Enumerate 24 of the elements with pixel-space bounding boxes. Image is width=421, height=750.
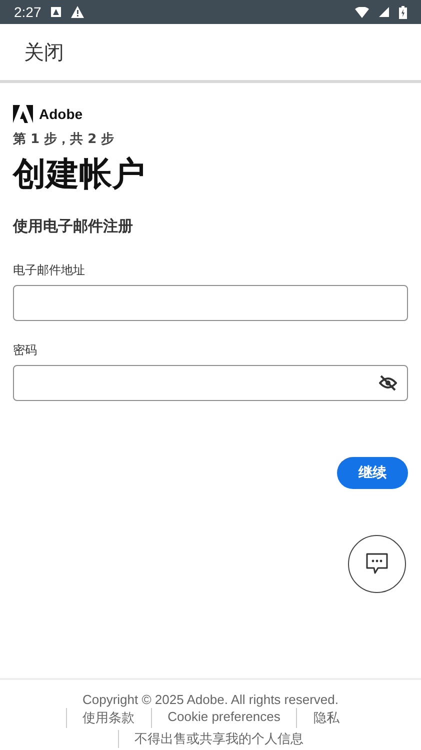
section-subtitle: 使用电子邮件注册 (13, 217, 134, 236)
footer-link[interactable]: 使用条款 (66, 708, 151, 728)
logo-icon (13, 105, 33, 123)
field-label: 密码 (13, 342, 38, 359)
footer-link[interactable]: 隐私 (296, 708, 356, 728)
footer-link[interactable]: Cookie preferences (150, 708, 296, 728)
battery-icon (399, 6, 407, 18)
eye-slash-icon[interactable] (379, 375, 397, 391)
close-button[interactable]: 关闭 (24, 38, 64, 66)
field-label: 电子邮件地址 (13, 262, 86, 279)
email-field[interactable] (13, 285, 408, 321)
status-time: 2:27 (14, 4, 42, 20)
password-field[interactable] (13, 365, 408, 401)
page-title: 创建帐户 (13, 153, 146, 195)
image-icon (51, 7, 62, 17)
copyright-text: Copyright © 2025 Adobe. All rights reserved. (82, 692, 338, 707)
footer-link[interactable]: 不得出售或共享我的个人信息 (118, 730, 304, 748)
signal-icon (379, 7, 389, 17)
brand-name: Adobe (39, 106, 83, 122)
warning-icon (71, 6, 84, 18)
wifi-icon (355, 6, 369, 18)
continue-button[interactable]: 继续 (337, 457, 408, 489)
chat-icon (365, 553, 389, 575)
step-indicator: 第 1 步，共 2 步 (13, 131, 116, 148)
